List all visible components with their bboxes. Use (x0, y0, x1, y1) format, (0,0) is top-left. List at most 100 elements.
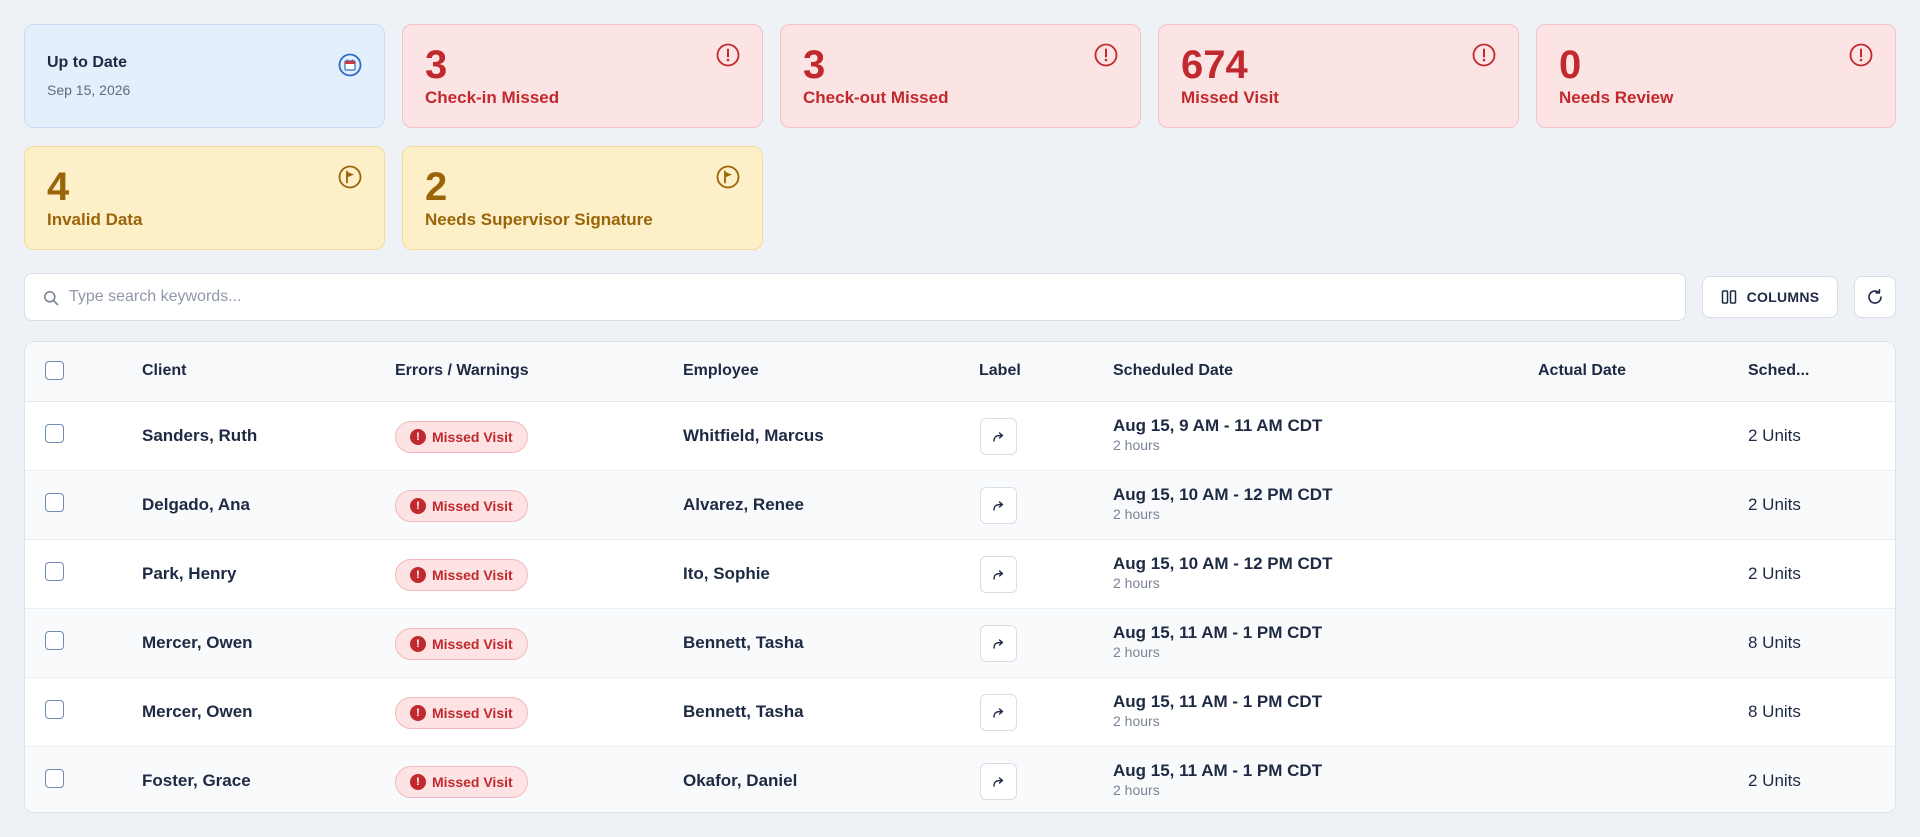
scheduled-time: Aug 15, 10 AM - 12 PM CDT (1113, 554, 1333, 573)
refresh-button[interactable] (1854, 276, 1896, 318)
label-button[interactable] (980, 694, 1017, 731)
needs-signature-label: Needs Supervisor Signature (425, 210, 653, 229)
scheduled-duration: 2 hours (1113, 437, 1160, 453)
columns-icon (1721, 290, 1736, 304)
row-checkbox[interactable] (45, 769, 64, 788)
client-name[interactable]: Mercer, Owen (142, 633, 253, 653)
alert-icon: ! (410, 429, 426, 445)
row-checkbox[interactable] (45, 493, 64, 512)
scheduled-time: Aug 15, 11 AM - 1 PM CDT (1113, 761, 1323, 780)
search-icon (44, 291, 59, 306)
header-actual-date[interactable]: Actual Date (1538, 362, 1626, 380)
missed-visit-label: Missed Visit (1181, 88, 1279, 107)
missed-visit-card[interactable]: 674 Missed Visit (1158, 24, 1519, 128)
missed-visit-badge: ! Missed Visit (395, 421, 528, 453)
header-label[interactable]: Label (979, 362, 1021, 380)
needs-review-card[interactable]: 0 Needs Review (1536, 24, 1896, 128)
scheduled-duration: 2 hours (1113, 575, 1160, 591)
table-row[interactable]: Sanders, Ruth ! Missed Visit Whitfield, … (25, 402, 1895, 471)
search-bar (24, 273, 1686, 321)
table-row[interactable]: Park, Henry ! Missed Visit Ito, Sophie A… (25, 540, 1895, 609)
alert-icon: ! (410, 636, 426, 652)
table-row[interactable]: Mercer, Owen ! Missed Visit Bennett, Tas… (25, 678, 1895, 747)
scheduled-units: 8 Units (1748, 633, 1801, 652)
checkout-missed-card[interactable]: 3 Check-out Missed (780, 24, 1141, 128)
up-to-date-title: Up to Date (47, 54, 127, 71)
alert-icon: ! (410, 774, 426, 790)
search-input[interactable] (69, 284, 1659, 310)
missed-visit-badge: ! Missed Visit (395, 766, 528, 798)
scheduled-units: 2 Units (1748, 426, 1801, 445)
header-sched-units[interactable]: Sched... (1748, 362, 1809, 380)
columns-button-label: COLUMNS (1746, 289, 1820, 305)
scheduled-date: Aug 15, 11 AM - 1 PM CDT 2 hours (1113, 692, 1322, 730)
employee-name[interactable]: Okafor, Daniel (683, 771, 797, 791)
label-button[interactable] (980, 763, 1017, 800)
select-all-checkbox[interactable] (45, 361, 64, 380)
client-name[interactable]: Delgado, Ana (142, 495, 250, 515)
client-name[interactable]: Mercer, Owen (142, 702, 253, 722)
table-row[interactable]: Delgado, Ana ! Missed Visit Alvarez, Ren… (25, 471, 1895, 540)
missed-visit-badge: ! Missed Visit (395, 490, 528, 522)
checkin-missed-card[interactable]: 3 Check-in Missed (402, 24, 763, 128)
checkout-missed-count: 3 (803, 43, 826, 87)
label-button[interactable] (980, 625, 1017, 662)
invalid-data-card[interactable]: 4 Invalid Data (24, 146, 385, 250)
label-button[interactable] (980, 418, 1017, 455)
badge-label: Missed Visit (432, 567, 513, 583)
scheduled-time: Aug 15, 11 AM - 1 PM CDT (1113, 623, 1323, 642)
alert-icon: ! (410, 567, 426, 583)
invalid-data-label: Invalid Data (47, 210, 143, 229)
header-employee[interactable]: Employee (683, 362, 759, 380)
share-arrow-icon (992, 776, 1003, 787)
missed-visit-badge: ! Missed Visit (395, 628, 528, 660)
alert-circle-icon (1849, 43, 1873, 67)
label-button[interactable] (980, 487, 1017, 524)
scheduled-time: Aug 15, 10 AM - 12 PM CDT (1113, 485, 1333, 504)
row-checkbox[interactable] (45, 631, 64, 650)
badge-label: Missed Visit (432, 774, 513, 790)
needs-signature-count: 2 (425, 165, 448, 209)
table-row[interactable]: Foster, Grace ! Missed Visit Okafor, Dan… (25, 747, 1895, 812)
badge-label: Missed Visit (432, 636, 513, 652)
share-arrow-icon (992, 638, 1003, 649)
table-row[interactable]: Mercer, Owen ! Missed Visit Bennett, Tas… (25, 609, 1895, 678)
scheduled-units: 8 Units (1748, 702, 1801, 721)
scheduled-units: 2 Units (1748, 771, 1801, 790)
employee-name[interactable]: Ito, Sophie (683, 564, 770, 584)
needs-signature-card[interactable]: 2 Needs Supervisor Signature (402, 146, 763, 250)
employee-name[interactable]: Bennett, Tasha (683, 633, 804, 653)
row-checkbox[interactable] (45, 424, 64, 443)
client-name[interactable]: Sanders, Ruth (142, 426, 257, 446)
flag-icon (338, 165, 362, 189)
flag-icon (716, 165, 740, 189)
employee-name[interactable]: Bennett, Tasha (683, 702, 804, 722)
up-to-date-card: Up to Date Sep 15, 2026 (24, 24, 385, 128)
scheduled-date: Aug 15, 9 AM - 11 AM CDT 2 hours (1113, 416, 1322, 454)
alert-circle-icon (1472, 43, 1496, 67)
header-errors[interactable]: Errors / Warnings (395, 362, 529, 380)
share-arrow-icon (992, 707, 1003, 718)
client-name[interactable]: Foster, Grace (142, 771, 251, 791)
alert-icon: ! (410, 498, 426, 514)
header-client[interactable]: Client (142, 362, 186, 380)
label-button[interactable] (980, 556, 1017, 593)
badge-label: Missed Visit (432, 705, 513, 721)
scheduled-duration: 2 hours (1113, 782, 1160, 798)
badge-label: Missed Visit (432, 498, 513, 514)
checkout-missed-label: Check-out Missed (803, 88, 949, 107)
missed-visit-badge: ! Missed Visit (395, 697, 528, 729)
header-scheduled-date[interactable]: Scheduled Date (1113, 362, 1233, 380)
alert-circle-icon (716, 43, 740, 67)
columns-button[interactable]: COLUMNS (1702, 276, 1838, 318)
scheduled-date: Aug 15, 10 AM - 12 PM CDT 2 hours (1113, 485, 1332, 523)
employee-name[interactable]: Whitfield, Marcus (683, 426, 824, 446)
row-checkbox[interactable] (45, 562, 64, 581)
row-checkbox[interactable] (45, 700, 64, 719)
scheduled-units: 2 Units (1748, 564, 1801, 583)
checkin-missed-count: 3 (425, 43, 448, 87)
employee-name[interactable]: Alvarez, Renee (683, 495, 804, 515)
scheduled-date: Aug 15, 11 AM - 1 PM CDT 2 hours (1113, 761, 1322, 799)
client-name[interactable]: Park, Henry (142, 564, 237, 584)
share-arrow-icon (992, 569, 1003, 580)
